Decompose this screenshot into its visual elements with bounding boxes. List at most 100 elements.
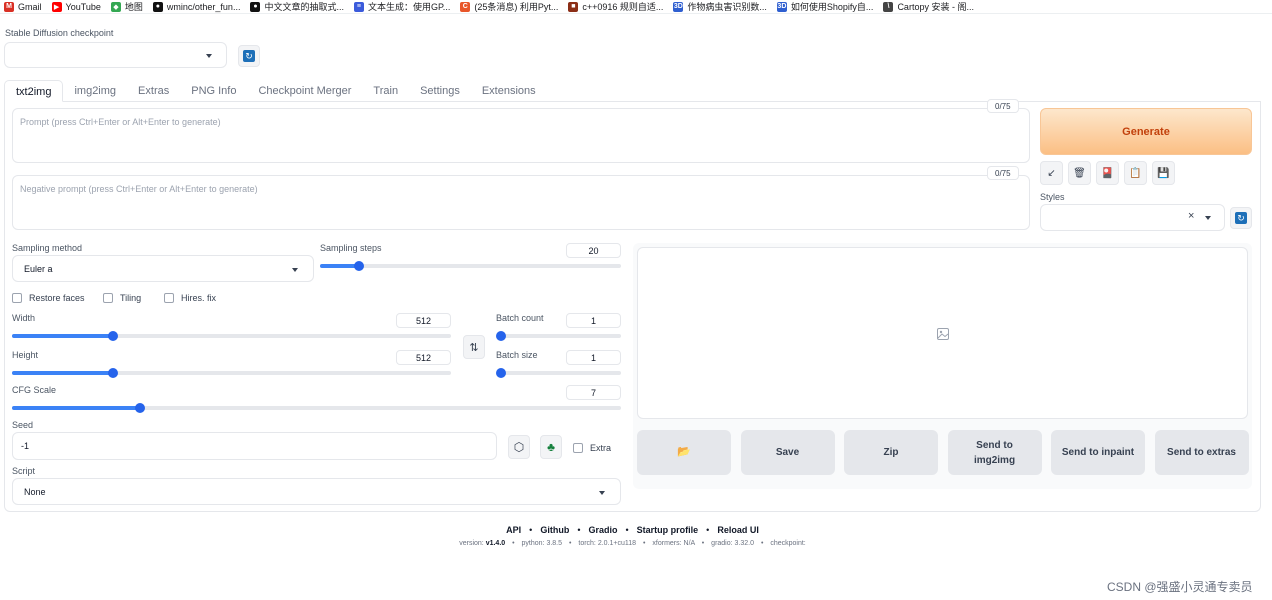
tab-txt2img[interactable]: txt2img — [4, 80, 64, 102]
bookmark-label: 地图 — [124, 2, 143, 12]
checkbox-box[interactable] — [164, 293, 174, 303]
height-input[interactable]: 512 — [396, 350, 451, 365]
tab-train[interactable]: Train — [362, 80, 409, 102]
slider-thumb[interactable] — [496, 368, 506, 378]
sampling-steps-label: Sampling steps — [320, 243, 382, 253]
bookmark-item[interactable]: ≡ 文本生成：使用GP... — [350, 0, 456, 13]
width-label: Width — [12, 313, 36, 323]
swap-dimensions-button[interactable]: ⇅ — [463, 335, 485, 359]
batch-size-input[interactable]: 1 — [566, 350, 621, 365]
bookmark-item[interactable]: C (25条消息) 利用Pyt... — [456, 0, 564, 13]
slider-thumb[interactable] — [496, 331, 506, 341]
reuse-seed-button[interactable]: ♣ — [540, 435, 562, 459]
bookmark-item[interactable]: ● wminc/other_fun... — [149, 0, 247, 13]
tab-img2img[interactable]: img2img — [63, 80, 127, 102]
apply-styles-button[interactable]: ↙ — [1040, 161, 1063, 185]
prompt-input[interactable]: Prompt (press Ctrl+Enter or Alt+Enter to… — [12, 108, 1030, 163]
batch-count-input[interactable]: 1 — [566, 313, 621, 328]
bookmark-item[interactable]: \ Cartopy 安装 - 阁... — [879, 0, 980, 13]
prompt-token-counter: 0/75 — [987, 99, 1019, 113]
footer-link-gradio[interactable]: Gradio — [588, 525, 617, 535]
tab-extras[interactable]: Extras — [127, 80, 180, 102]
site-icon: 3D — [776, 1, 787, 12]
tab-checkpoint-merger[interactable]: Checkpoint Merger — [247, 80, 362, 102]
zip-button[interactable]: Zip — [844, 430, 938, 475]
checkpoint-select[interactable] — [4, 42, 227, 68]
open-folder-button[interactable]: 📂 — [637, 430, 731, 475]
chevron-down-icon — [206, 54, 212, 58]
sampling-method-select[interactable]: Euler a — [12, 255, 314, 282]
action-label: Send to inpaint — [1061, 447, 1135, 458]
bookmark-label: 中文文章的抽取式... — [264, 2, 344, 12]
send-to-extras-button[interactable]: Send to extras — [1154, 430, 1249, 475]
send-to-img2img-button[interactable]: Send to img2img — [947, 430, 1042, 475]
bookmark-label: Gmail — [18, 1, 42, 12]
width-input[interactable]: 512 — [396, 313, 451, 328]
styles-select[interactable]: × — [1040, 204, 1225, 231]
tab-extensions[interactable]: Extensions — [471, 80, 547, 102]
batch-size-slider[interactable] — [496, 368, 621, 378]
save-style-icon: 💾 — [1157, 167, 1170, 179]
footer-link-github[interactable]: Github — [540, 525, 569, 535]
checkpoint-refresh-button[interactable]: ↻ — [238, 45, 260, 67]
torch-version: torch: 2.0.1+cu118 — [578, 540, 637, 547]
dice-icon: ⬡ — [513, 440, 525, 454]
width-slider[interactable] — [12, 331, 451, 341]
tab-settings[interactable]: Settings — [409, 80, 471, 102]
clear-icon[interactable]: × — [1188, 210, 1194, 222]
github-icon: ● — [250, 1, 261, 12]
footer-link-api[interactable]: API — [506, 525, 521, 535]
slider-thumb[interactable] — [134, 403, 145, 413]
image-placeholder-icon — [937, 328, 949, 340]
bookmark-item[interactable]: M Gmail — [0, 0, 48, 13]
save-style-button[interactable]: 💾 — [1152, 161, 1175, 185]
tiling-checkbox[interactable]: Tiling — [103, 293, 141, 303]
clipboard-button[interactable]: 📋 — [1124, 161, 1147, 185]
footer-links: API • Github • Gradio • Startup profile • Reload… — [0, 525, 1265, 535]
generate-button[interactable]: Generate — [1040, 108, 1252, 155]
sampling-steps-input[interactable]: 20 — [566, 243, 621, 258]
tab-png-info[interactable]: PNG Info — [180, 80, 247, 102]
bookmark-item[interactable]: ▶ YouTube — [48, 0, 107, 13]
footer-link-reload-ui[interactable]: Reload UI — [717, 525, 759, 535]
bookmark-label: wminc/other_fun... — [166, 1, 241, 12]
seed-extra-checkbox[interactable]: Extra — [573, 443, 611, 453]
sampling-steps-slider[interactable] — [320, 261, 621, 271]
bookmark-label: c++0916 规则自适... — [582, 2, 664, 12]
recycle-icon: ♣ — [547, 440, 555, 454]
cfg-scale-input[interactable]: 7 — [566, 385, 621, 400]
script-select[interactable]: None — [12, 478, 621, 505]
trash-button[interactable]: 🗑 — [1068, 161, 1091, 185]
seed-extra-label: Extra — [590, 443, 612, 453]
bookmark-item[interactable]: ● 中文文章的抽取式... — [246, 0, 350, 13]
batch-count-slider[interactable] — [496, 331, 621, 341]
chevron-down-icon — [599, 491, 605, 495]
slider-thumb[interactable] — [107, 368, 118, 378]
hires-fix-checkbox[interactable]: Hires. fix — [164, 293, 216, 303]
main-tabs: txt2img img2img Extras PNG Info Checkpoint M… — [4, 80, 547, 102]
cfg-scale-label: CFG Scale — [12, 385, 57, 395]
slider-thumb[interactable] — [107, 331, 118, 341]
negative-prompt-input[interactable]: Negative prompt (press Ctrl+Enter or Alt… — [12, 175, 1030, 230]
checkbox-box[interactable] — [12, 293, 22, 303]
extra-networks-button[interactable]: 🎴 — [1096, 161, 1119, 185]
checkbox-box[interactable] — [573, 443, 583, 453]
save-button[interactable]: Save — [740, 430, 835, 475]
seed-input[interactable]: -1 — [12, 432, 497, 460]
restore-faces-checkbox[interactable]: Restore faces — [12, 293, 85, 303]
bookmark-item[interactable]: ■ c++0916 规则自适... — [564, 0, 669, 13]
footer-link-startup-profile[interactable]: Startup profile — [637, 525, 699, 535]
bookmark-item[interactable]: ◆ 地图 — [107, 0, 149, 13]
height-slider[interactable] — [12, 368, 451, 378]
checkbox-box[interactable] — [103, 293, 113, 303]
bookmark-item[interactable]: 3D 如何使用Shopify自... — [773, 0, 880, 13]
gradio-version: gradio: 3.32.0 — [711, 540, 754, 547]
styles-refresh-button[interactable]: ↻ — [1230, 207, 1252, 229]
random-seed-button[interactable]: ⬡ — [508, 435, 530, 459]
clipboard-icon: 📋 — [1129, 167, 1142, 179]
cfg-scale-slider[interactable] — [12, 403, 621, 413]
bookmark-item[interactable]: 3D 作物病虫害识别数... — [669, 0, 773, 13]
checkpoint-label: Stable Diffusion checkpoint — [5, 28, 114, 38]
batch-size-label: Batch size — [496, 350, 538, 360]
send-to-inpaint-button[interactable]: Send to inpaint — [1051, 430, 1145, 475]
